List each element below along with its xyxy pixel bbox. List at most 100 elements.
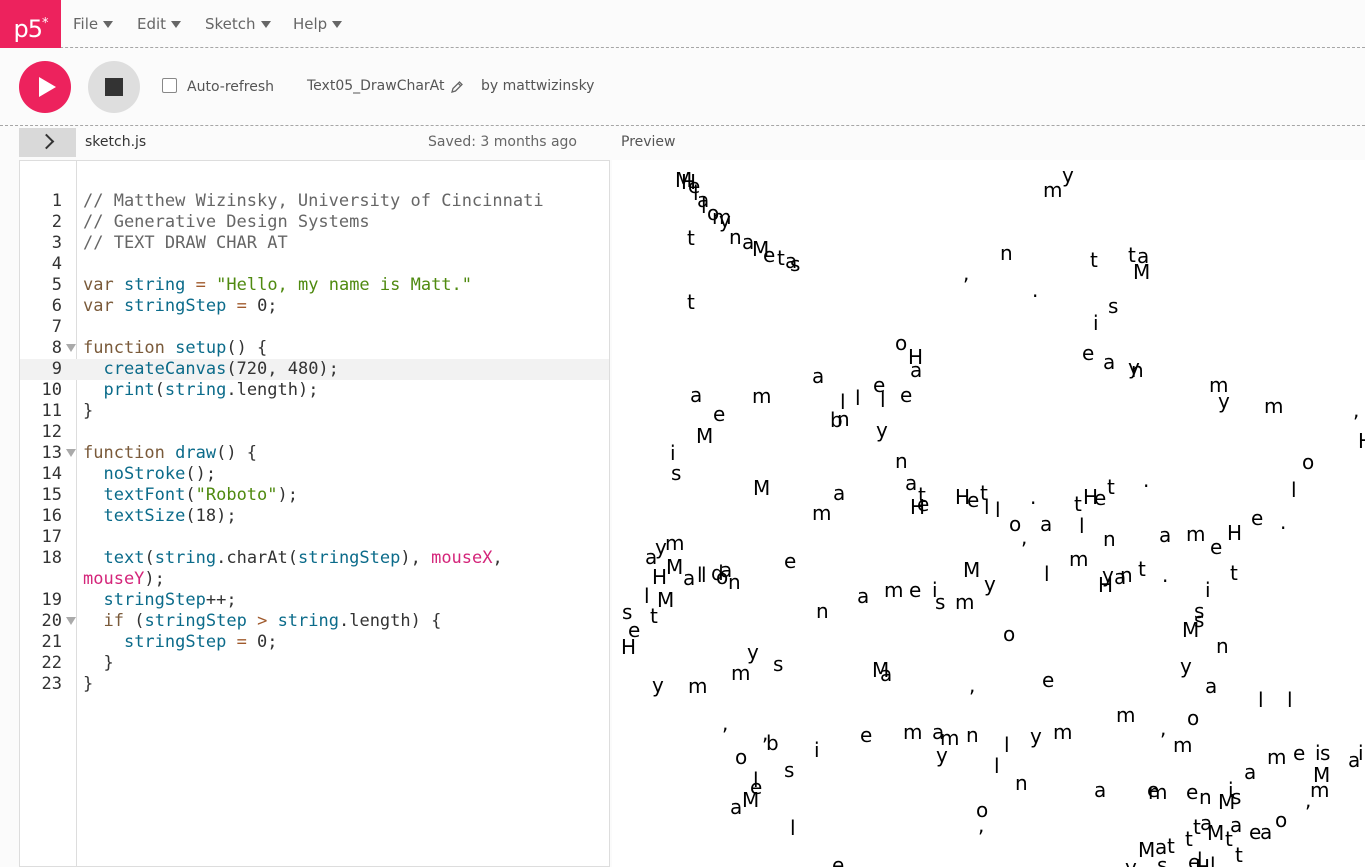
canvas-glyph: , — [1021, 525, 1028, 549]
menu-edit-label: Edit — [137, 15, 167, 33]
code-line[interactable]: 1 // Matthew Wizinsky, University of Cinc… — [20, 191, 609, 212]
canvas-glyph: e — [1186, 780, 1199, 804]
canvas-glyph: . — [1030, 485, 1037, 509]
canvas-glyph: m — [1264, 394, 1284, 418]
canvas-glyph: l — [1287, 688, 1293, 712]
line-number: 9 — [51, 359, 62, 379]
code-text: var stringStep = 0; — [83, 296, 278, 316]
canvas-glyph: i — [1205, 578, 1211, 602]
canvas-glyph: m — [903, 720, 923, 744]
canvas-glyph: l — [855, 386, 861, 410]
project-name[interactable]: Text05_DrawCharAt — [307, 78, 445, 94]
code-line[interactable]: 20 if (stringStep > string.length) { — [20, 611, 609, 632]
canvas-glyph: H — [652, 565, 668, 589]
code-line[interactable]: 5 var string = "Hello, my name is Matt." — [20, 275, 609, 296]
p5-logo[interactable]: p5* — [0, 0, 61, 48]
canvas-glyph: l — [790, 816, 796, 840]
canvas-glyph: n — [729, 225, 742, 249]
menu-help[interactable]: Help — [293, 0, 343, 48]
canvas-glyph: a — [1159, 523, 1172, 547]
code-line[interactable]: 18 text(string.charAt(stringStep), mouse… — [20, 548, 609, 569]
code-line[interactable]: 19 stringStep++; — [20, 590, 609, 611]
code-line[interactable]: 23} — [20, 674, 609, 695]
canvas-glyph: a — [833, 481, 846, 505]
line-number: 8 — [51, 338, 62, 358]
canvas-glyph: t — [1090, 248, 1098, 272]
auto-refresh-label[interactable]: Auto-refresh — [187, 79, 274, 95]
code-line[interactable]: 9 createCanvas(720, 480); — [20, 359, 609, 380]
file-name: sketch.js — [85, 134, 147, 150]
preview-label: Preview — [621, 134, 676, 150]
code-line[interactable]: 22 } — [20, 653, 609, 674]
canvas-glyph: m — [1043, 178, 1063, 202]
code-line[interactable]: 7 — [20, 317, 609, 338]
author-byline: by mattwizinsky — [481, 78, 595, 94]
menu-edit[interactable]: Edit — [137, 0, 182, 48]
chevron-down-icon — [171, 21, 182, 28]
canvas-glyph: t — [1107, 475, 1115, 499]
canvas-glyph: H — [1358, 431, 1365, 451]
stop-button[interactable] — [88, 61, 140, 113]
canvas-glyph: M — [1218, 790, 1236, 814]
canvas-glyph: t — [687, 226, 695, 250]
canvas-glyph: M — [963, 558, 981, 582]
line-number: 2 — [51, 212, 62, 232]
code-line[interactable]: 8 function setup() { — [20, 338, 609, 359]
canvas-glyph: o — [1187, 706, 1200, 730]
canvas-glyph: e — [1210, 535, 1223, 559]
line-number: 16 — [41, 506, 62, 526]
code-line[interactable]: 3 // TEXT DRAW CHAR AT — [20, 233, 609, 254]
code-editor[interactable]: 1 // Matthew Wizinsky, University of Cinc… — [19, 160, 610, 867]
code-line[interactable]: 12 — [20, 422, 609, 443]
code-line[interactable]: 15 textFont("Roboto"); — [20, 485, 609, 506]
code-line[interactable]: 11} — [20, 401, 609, 422]
collapse-sidebar-button[interactable] — [19, 128, 76, 157]
canvas-glyph: H — [621, 635, 637, 659]
canvas-glyph: M — [666, 555, 684, 579]
canvas-glyph: i — [670, 441, 676, 465]
canvas-glyph: a — [880, 662, 893, 686]
code-text: var string = "Hello, my name is Matt." — [83, 275, 473, 295]
code-line[interactable]: 2 // Generative Design Systems — [20, 212, 609, 233]
code-text: stringStep++; — [103, 590, 237, 610]
menu-file[interactable]: File — [73, 0, 114, 48]
menu-sketch[interactable]: Sketch — [205, 0, 271, 48]
code-line[interactable]: 14 noStroke(); — [20, 464, 609, 485]
canvas-glyph: o — [895, 331, 908, 355]
canvas-glyph: l — [880, 388, 886, 412]
canvas-glyph: n — [1216, 634, 1229, 658]
canvas-glyph: n — [1131, 358, 1144, 382]
chevron-down-icon — [103, 21, 114, 28]
play-button[interactable] — [19, 61, 71, 113]
toolbar: Auto-refresh Text05_DrawCharAt by mattwi… — [0, 48, 1365, 126]
chevron-down-icon — [332, 21, 343, 28]
canvas-glyph: m — [1173, 733, 1193, 757]
code-line[interactable]: 13 function draw() { — [20, 443, 609, 464]
canvas-glyph: l — [701, 563, 707, 587]
canvas-glyph: s — [1157, 853, 1168, 867]
code-line[interactable]: 21 stringStep = 0; — [20, 632, 609, 653]
canvas-glyph: y — [1062, 163, 1074, 187]
fold-arrow-icon[interactable] — [66, 449, 76, 457]
preview-canvas[interactable]: MHelalomynaMetastmyn,ttaM.tsioHaeaynamal… — [612, 160, 1365, 867]
code-line[interactable]: mouseY); — [20, 569, 609, 590]
canvas-glyph: n — [728, 570, 741, 594]
canvas-glyph: e — [860, 723, 873, 747]
code-line[interactable]: 17 — [20, 527, 609, 548]
canvas-glyph: a — [690, 383, 703, 407]
canvas-glyph: H — [1195, 855, 1211, 867]
code-line[interactable]: 10 print(string.length); — [20, 380, 609, 401]
line-number: 20 — [41, 611, 62, 631]
code-text: // Generative Design Systems — [83, 212, 370, 232]
code-line[interactable]: 16 textSize(18); — [20, 506, 609, 527]
canvas-glyph: l — [1291, 478, 1297, 502]
pencil-icon[interactable] — [450, 80, 464, 94]
fold-arrow-icon[interactable] — [66, 617, 76, 625]
fold-arrow-icon[interactable] — [66, 344, 76, 352]
canvas-glyph: l — [1079, 514, 1085, 538]
code-line[interactable]: 4 — [20, 254, 609, 275]
canvas-glyph: , — [1160, 716, 1167, 740]
auto-refresh-checkbox[interactable] — [162, 78, 177, 93]
code-text: createCanvas(720, 480); — [103, 359, 339, 379]
code-line[interactable]: 6 var stringStep = 0; — [20, 296, 609, 317]
